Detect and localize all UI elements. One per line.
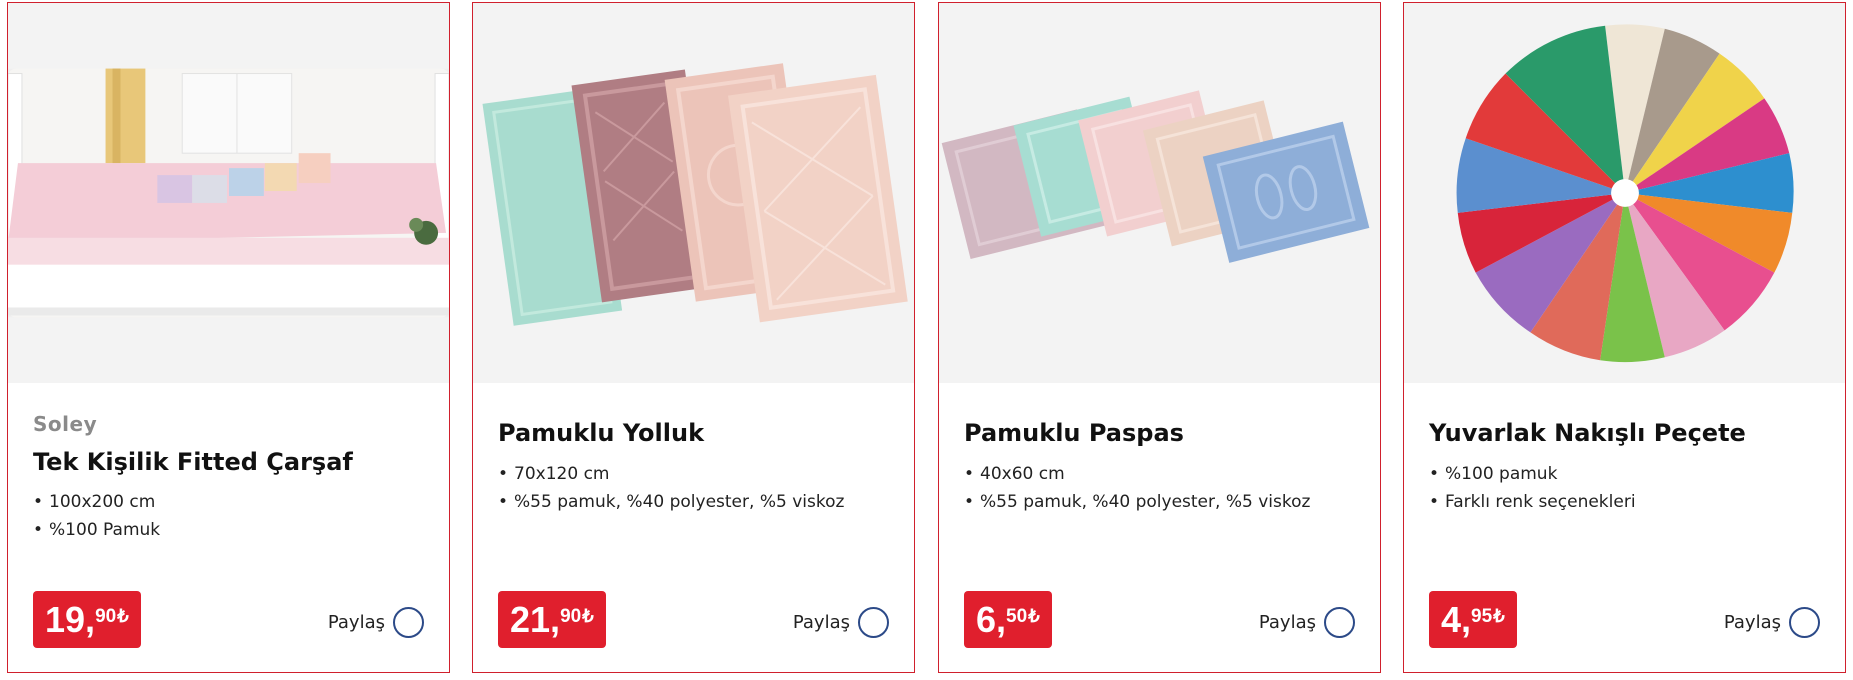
product-title[interactable]: Yuvarlak Nakışlı Peçete — [1429, 419, 1746, 447]
share-button[interactable]: Paylaş — [793, 607, 889, 638]
price-fraction: 90 — [560, 606, 582, 627]
share-circle-icon[interactable] — [1324, 607, 1355, 638]
share-circle-icon[interactable] — [858, 607, 889, 638]
share-button[interactable]: Paylaş — [1259, 607, 1355, 638]
price-fraction: 90 — [95, 606, 117, 627]
feature-item: 40x60 cm — [964, 460, 1310, 488]
product-card-bath-mat[interactable]: Pamuklu Paspas 40x60 cm %55 pamuk, %40 p… — [938, 2, 1381, 673]
share-button[interactable]: Paylaş — [1724, 607, 1820, 638]
product-image[interactable] — [473, 3, 914, 383]
currency-symbol: ₺ — [1493, 606, 1505, 626]
product-image[interactable] — [1404, 3, 1845, 383]
napkins-photo — [1456, 24, 1794, 363]
currency-symbol: ₺ — [1028, 606, 1040, 626]
product-features: %100 pamuk Farklı renk seçenekleri — [1429, 460, 1636, 516]
price-whole: 6 — [976, 599, 997, 640]
product-card-runner[interactable]: Pamuklu Yolluk 70x120 cm %55 pamuk, %40 … — [472, 2, 915, 673]
feature-item: 70x120 cm — [498, 460, 844, 488]
runner-rugs-photo — [482, 63, 908, 326]
price-whole: 4 — [1441, 599, 1462, 640]
share-label: Paylaş — [792, 612, 850, 633]
product-title[interactable]: Tek Kişilik Fitted Çarşaf — [33, 448, 353, 476]
price-fraction: 95 — [1471, 606, 1493, 627]
share-circle-icon[interactable] — [393, 607, 424, 638]
feature-item: %100 pamuk — [1429, 460, 1636, 488]
product-card-fitted-sheet[interactable]: Soley Tek Kişilik Fitted Çarşaf 100x200 … — [7, 2, 450, 673]
currency-symbol: ₺ — [117, 606, 129, 626]
product-image[interactable] — [8, 3, 449, 383]
price-badge: 19, 90 ₺ — [33, 591, 141, 648]
share-button[interactable]: Paylaş — [328, 607, 424, 638]
product-features: 100x200 cm %100 Pamuk — [33, 488, 160, 544]
price-badge: 6, 50 ₺ — [964, 591, 1052, 648]
product-title[interactable]: Pamuklu Paspas — [964, 419, 1184, 447]
product-features: 40x60 cm %55 pamuk, %40 polyester, %5 vi… — [964, 460, 1310, 516]
price-separator: , — [996, 599, 1007, 640]
bath-mats-photo — [941, 90, 1370, 263]
product-features: 70x120 cm %55 pamuk, %40 polyester, %5 v… — [498, 460, 844, 516]
price-badge: 21, 90 ₺ — [498, 591, 606, 648]
feature-item: %55 pamuk, %40 polyester, %5 viskoz — [964, 488, 1310, 516]
price-whole: 19 — [45, 599, 86, 640]
share-label: Paylaş — [1723, 612, 1781, 633]
price-fraction: 50 — [1006, 606, 1028, 627]
feature-item: %55 pamuk, %40 polyester, %5 viskoz — [498, 488, 844, 516]
feature-item: %100 Pamuk — [33, 516, 160, 544]
share-circle-icon[interactable] — [1789, 607, 1820, 638]
product-title[interactable]: Pamuklu Yolluk — [498, 419, 704, 447]
price-separator: , — [1461, 599, 1472, 640]
price-separator: , — [550, 599, 561, 640]
share-label: Paylaş — [1258, 612, 1316, 633]
currency-symbol: ₺ — [582, 606, 594, 626]
product-card-napkin[interactable]: Yuvarlak Nakışlı Peçete %100 pamuk Farkl… — [1403, 2, 1846, 673]
price-separator: , — [85, 599, 96, 640]
fitted-sheet-photo — [8, 68, 449, 318]
product-brand: Soley — [33, 412, 98, 436]
feature-item: 100x200 cm — [33, 488, 160, 516]
price-whole: 21 — [510, 599, 551, 640]
feature-item: Farklı renk seçenekleri — [1429, 488, 1636, 516]
price-badge: 4, 95 ₺ — [1429, 591, 1517, 648]
product-image[interactable] — [939, 3, 1380, 383]
share-label: Paylaş — [327, 612, 385, 633]
